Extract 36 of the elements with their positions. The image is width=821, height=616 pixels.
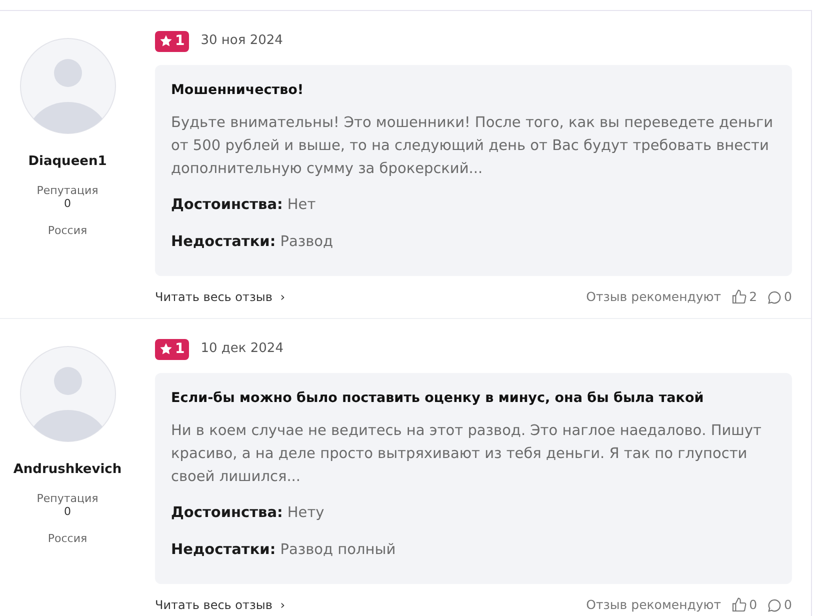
author-country: Россия [48,222,88,238]
author-country: Россия [48,530,88,546]
star-icon [159,342,173,356]
review-date: 30 ноя 2024 [200,32,283,50]
reputation-label: Репутация [36,492,98,504]
review-text: Ни в коем случае не ведитесь на этот развод. Это наглое наедалово. Пишут красиво, а на деле просто вытряхивают из тебя деньги. Я так по глупости своей лишился... [171,422,762,487]
review-text: Будьте внимательны! Это мошенники! После того, как вы переведете деньги от 500 рублей и выше, то на следующий день от Вас будут требовать внести дополнительную сумму за брокерский... [171,114,774,179]
comment-count: 0 [784,288,792,306]
review-title: Если-бы можно было поставить оценку в минус, она бы была такой [171,389,705,408]
review-date: 10 дек 2024 [200,340,284,358]
reputation-label: Репутация [36,184,98,196]
pros-text: Достоинства: Нет [171,196,317,215]
rating-badge: 1 [155,338,189,360]
star-icon [159,34,173,48]
comment-icon[interactable] [767,290,782,305]
avatar-icon [20,38,116,134]
cons-text: Недостатки: Развод полный [171,541,397,560]
author-name[interactable]: Diaqueen1 [28,152,107,172]
recommend-label: Отзыв рекомендуют [586,288,722,306]
recommend-label: Отзыв рекомендуют [586,596,722,614]
comment-icon[interactable] [767,598,782,613]
cons-text: Недостатки: Развод [171,233,334,252]
reputation-value: 0 [64,504,71,518]
comment-count: 0 [784,596,792,614]
like-count: 2 [749,288,758,306]
pros-text: Достоинства: Нету [171,504,326,523]
read-more-link[interactable]: Читать весь отзыв › [155,288,286,306]
read-more-link[interactable]: Читать весь отзыв › [155,596,286,614]
author-name[interactable]: Andrushkevich [13,460,122,480]
avatar-icon [20,346,116,442]
review-title: Мошенничество! [171,81,305,100]
reputation-value: 0 [64,196,71,210]
rating-badge: 1 [155,30,189,52]
thumbs-up-icon[interactable] [731,289,748,306]
thumbs-up-icon[interactable] [731,597,748,614]
like-count: 0 [749,596,758,614]
